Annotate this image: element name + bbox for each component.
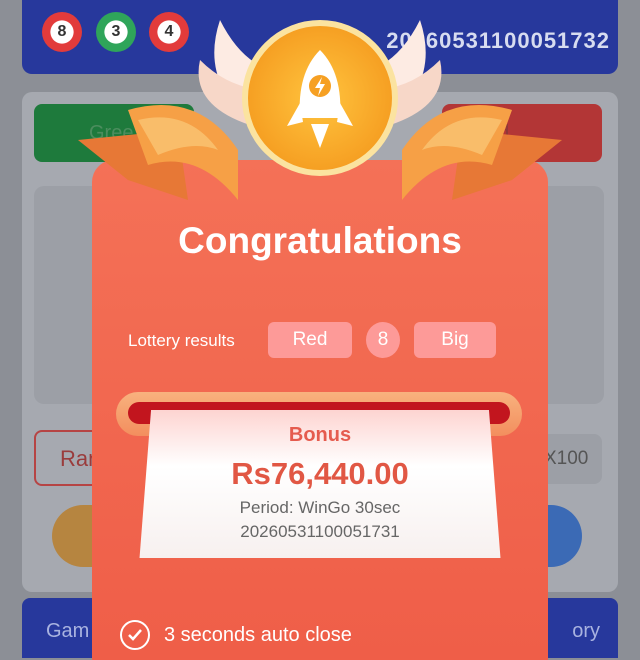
popup-title: Congratulations: [178, 220, 462, 261]
ball-number: 4: [164, 23, 174, 40]
bonus-label: Bonus: [288, 424, 352, 446]
bonus-amount: Rs76,440.00: [231, 456, 409, 491]
result-ball: 8: [42, 12, 82, 52]
lottery-results-row: Lottery results Red 8 Big: [92, 322, 548, 358]
check-circle-icon[interactable]: [120, 620, 150, 650]
auto-close-toggle[interactable]: 3 seconds auto close: [120, 620, 352, 650]
period-info: Period: WinGo 30sec: [239, 498, 401, 517]
result-size-badge: Big: [414, 322, 496, 358]
ball-number: 3: [111, 23, 121, 40]
result-ball: 4: [149, 12, 189, 52]
ball-number: 8: [57, 23, 67, 40]
result-color-badge: Red: [268, 322, 352, 358]
results-label: Lottery results: [128, 331, 235, 350]
result-number-badge: 8: [366, 322, 400, 358]
result-ball: 3: [96, 12, 136, 52]
issue-number: 20260531100051731: [240, 522, 400, 541]
rocket-medal-icon: [230, 8, 410, 188]
auto-close-label: 3 seconds auto close: [164, 623, 352, 646]
